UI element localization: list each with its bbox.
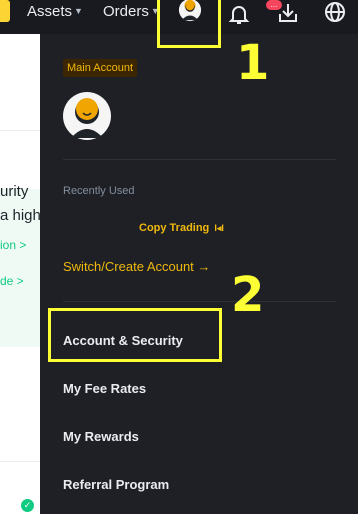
highlight-box-avatar [157,0,221,48]
check-icon: ✓ [21,499,34,512]
promo-link-1[interactable]: ion > [0,238,40,252]
nav-orders-label: Orders [103,3,149,20]
copy-trading-icon: I◂I [214,223,224,233]
globe-icon [325,2,345,22]
menu-item-referral-program[interactable]: Referral Program [63,477,169,492]
nav-orders[interactable]: Orders ▼ [103,3,160,20]
divider [63,301,336,302]
caret-down-icon: ▼ [74,6,83,16]
menu-item-fee-rates[interactable]: My Fee Rates [63,381,146,396]
recent-copy-trading-link[interactable]: Copy Trading I◂I [139,222,224,234]
nav-assets[interactable]: Assets ▼ [27,3,83,20]
switch-create-account-link[interactable]: Switch/Create Account → [63,259,210,274]
step-2-label: 2 [231,267,265,323]
profile-avatar [63,92,111,140]
download-button[interactable] [276,1,300,25]
divider [0,461,40,462]
language-button[interactable] [323,0,347,24]
copy-trading-label: Copy Trading [139,222,210,234]
menu-item-rewards[interactable]: My Rewards [63,429,139,444]
promo-text-line-1: urity [0,183,29,200]
user-avatar-icon [63,92,111,140]
step-1-label: 1 [236,35,270,91]
bell-icon [228,6,250,24]
promo-text-line-2: a high [0,207,40,224]
main-account-badge: Main Account [63,59,138,77]
promo-link-2[interactable]: de > [0,274,40,288]
nav-assets-label: Assets [27,3,73,20]
recently-used-label: Recently Used [63,185,135,197]
notifications-button[interactable] [227,2,251,26]
nav-edge-button[interactable] [0,0,10,22]
highlight-box-account-security [48,308,222,362]
account-dropdown: Main Account Recently Used Copy Trading … [40,34,358,514]
divider [0,130,40,131]
divider [63,159,336,160]
download-icon [279,4,297,22]
